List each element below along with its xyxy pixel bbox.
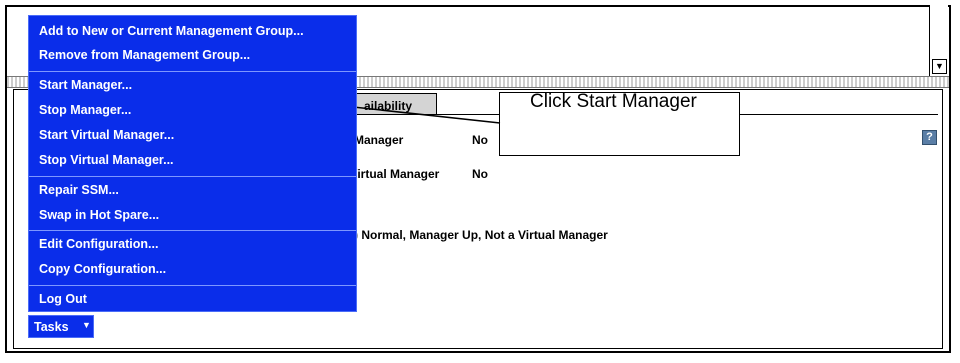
menu-item-label: Swap in Hot Spare... (39, 208, 160, 222)
menu-item-stop-manager[interactable]: Stop Manager... (29, 99, 356, 121)
menu-item-add-to-management-group[interactable]: Add to New or Current Management Group..… (29, 20, 356, 42)
tasks-menu: Add to New or Current Management Group..… (28, 15, 357, 312)
menu-separator (29, 285, 356, 286)
menu-item-stop-virtual-manager[interactable]: Stop Virtual Manager... (29, 149, 356, 171)
tasks-button[interactable]: Tasks ▼ (28, 315, 94, 338)
menu-separator (29, 71, 356, 72)
menu-item-label: Stop Virtual Manager... (39, 153, 174, 167)
menu-separator (29, 176, 356, 177)
menu-item-label: Add to New or Current Management Group..… (39, 24, 304, 38)
menu-item-label: Repair SSM... (39, 183, 119, 197)
tasks-button-label: Tasks (34, 320, 69, 334)
menu-item-edit-configuration[interactable]: Edit Configuration... (29, 233, 356, 255)
menu-item-log-out[interactable]: Log Out (29, 288, 356, 310)
menu-item-repair-ssm[interactable]: Repair SSM... (29, 179, 356, 201)
menu-item-label: Edit Configuration... (39, 237, 159, 251)
menu-item-copy-configuration[interactable]: Copy Configuration... (29, 258, 356, 280)
menu-item-swap-in-hot-spare[interactable]: Swap in Hot Spare... (29, 204, 356, 226)
menu-item-remove-from-management-group[interactable]: Remove from Management Group... (29, 44, 356, 66)
menu-item-label: Start Manager... (39, 78, 133, 92)
menu-item-label: Start Virtual Manager... (39, 128, 175, 142)
menu-item-start-virtual-manager[interactable]: Start Virtual Manager... (29, 124, 356, 146)
menu-item-label: Stop Manager... (39, 103, 132, 117)
chevron-down-icon: ▼ (82, 320, 91, 330)
menu-item-label: Log Out (39, 292, 87, 306)
menu-item-label: Remove from Management Group... (39, 48, 251, 62)
menu-item-start-manager[interactable]: Start Manager... (29, 74, 356, 96)
menu-item-label: Copy Configuration... (39, 262, 167, 276)
menu-separator (29, 230, 356, 231)
